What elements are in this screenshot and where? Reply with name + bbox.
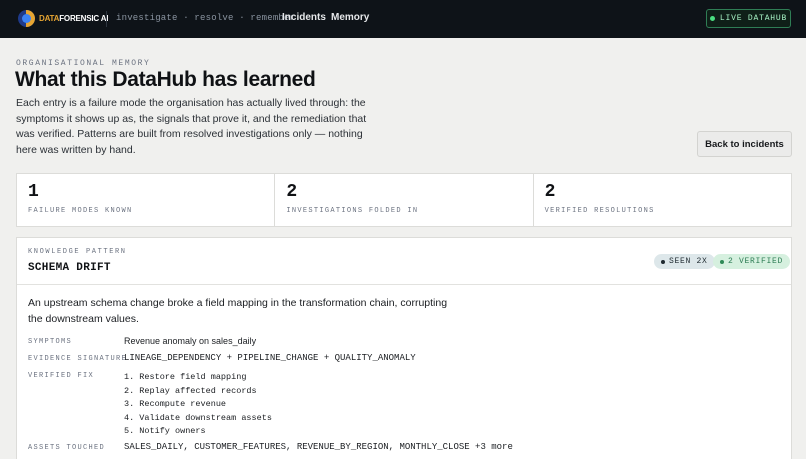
fix-step: 4. Validate downstream assets: [124, 412, 272, 423]
brand-name-part1: DATA: [39, 13, 60, 23]
stat-verified-resolutions: 2 VERIFIED RESOLUTIONS: [534, 174, 791, 226]
verified-fix-list: 1. Restore field mapping 2. Replay affec…: [124, 371, 272, 439]
symptoms-value: Revenue anomaly on sales_daily: [124, 336, 257, 346]
stat-failure-modes: 1 FAILURE MODES KNOWN: [17, 174, 276, 226]
page-eyebrow: ORGANISATIONAL MEMORY: [16, 59, 151, 68]
assets-touched-label: ASSETS TOUCHED: [28, 444, 106, 452]
brand-name-part2: FORENSIC AI: [59, 13, 109, 23]
topbar-divider: [106, 11, 107, 27]
stat-value: 2: [544, 182, 556, 202]
pattern-eyebrow: KNOWLEDGE PATTERN: [28, 248, 127, 256]
verified-count-badge: 2 VERIFIED: [713, 254, 791, 269]
globe-icon: [18, 9, 35, 27]
nav-incidents[interactable]: Incidents: [282, 12, 326, 23]
fix-step: 2. Replay affected records: [124, 385, 257, 396]
verified-dot-icon: [720, 259, 724, 264]
brand-name: DATAFORENSIC AI: [39, 14, 108, 23]
stat-label: INVESTIGATIONS FOLDED IN: [286, 207, 419, 215]
pattern-description: An upstream schema change broke a field …: [28, 297, 448, 325]
page-intro: Each entry is a failure mode the organis…: [16, 97, 367, 156]
fix-step: 5. Notify owners: [124, 426, 206, 436]
brand-logo[interactable]: DATAFORENSIC AI: [18, 9, 108, 27]
stat-investigations: 2 INVESTIGATIONS FOLDED IN: [275, 174, 534, 226]
live-datahub-badge: LIVE DATAHUB: [706, 9, 791, 28]
nav-memory[interactable]: Memory: [331, 12, 369, 23]
top-navigation-bar: DATAFORENSIC AI investigate · resolve · …: [0, 0, 806, 38]
verified-count-label: 2 VERIFIED: [728, 257, 784, 266]
seen-dot-icon: [661, 259, 665, 264]
pattern-card-header: KNOWLEDGE PATTERN SCHEMA DRIFT SEEN 2X 2…: [17, 238, 791, 285]
seen-count-label: SEEN 2X: [669, 257, 708, 266]
seen-count-badge: SEEN 2X: [654, 254, 715, 269]
stat-value: 2: [286, 182, 298, 202]
page-title: What this DataHub has learned: [15, 68, 316, 91]
stats-panel: 1 FAILURE MODES KNOWN 2 INVESTIGATIONS F…: [16, 173, 792, 227]
back-to-incidents-button[interactable]: Back to incidents: [697, 131, 792, 157]
stat-label: FAILURE MODES KNOWN: [28, 207, 133, 215]
fix-step: 3. Recompute revenue: [124, 399, 227, 409]
live-datahub-label: LIVE DATAHUB: [719, 14, 788, 23]
pattern-title: SCHEMA DRIFT: [28, 262, 111, 274]
assets-touched-value: SALES_DAILY, CUSTOMER_FEATURES, REVENUE_…: [124, 442, 513, 452]
live-status-dot-icon: [709, 16, 715, 21]
evidence-signature-value: LINEAGE_DEPENDENCY + PIPELINE_CHANGE + Q…: [124, 353, 416, 363]
evidence-signature-label: EVIDENCE SIGNATURE: [28, 355, 128, 363]
knowledge-pattern-card: KNOWLEDGE PATTERN SCHEMA DRIFT SEEN 2X 2…: [16, 237, 792, 459]
stat-value: 1: [28, 182, 39, 202]
fix-step: 1. Restore field mapping: [124, 372, 247, 382]
symptoms-label: SYMPTOMS: [28, 338, 73, 346]
stat-label: VERIFIED RESOLUTIONS: [544, 207, 655, 215]
verified-fix-label: VERIFIED FIX: [28, 372, 95, 380]
tagline: investigate · resolve · remember: [116, 13, 296, 23]
